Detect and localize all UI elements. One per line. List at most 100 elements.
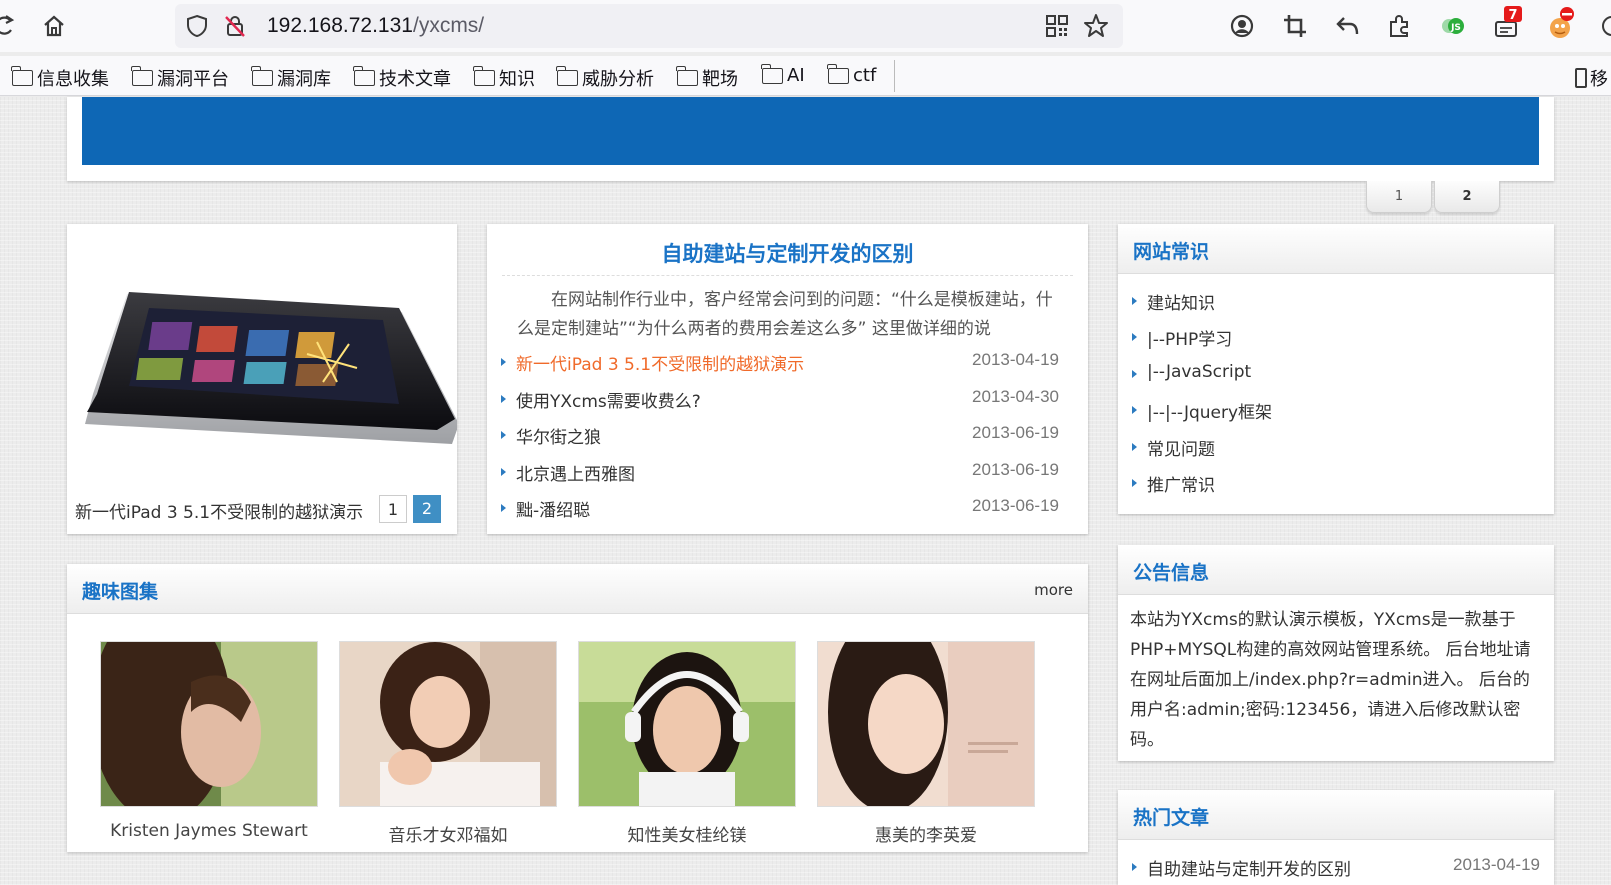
bullet-triangle-icon (1132, 443, 1137, 451)
blocker-extension-icon[interactable] (1545, 6, 1575, 40)
extension-count-badge: 7 (1508, 8, 1517, 23)
bookmark-folder-threat-analysis[interactable]: 威胁分析 (556, 65, 654, 91)
url-path: /yxcms/ (412, 14, 485, 37)
category-item[interactable]: |--|--Jquery框架 (1132, 398, 1532, 423)
crop-screenshot-icon[interactable] (1282, 13, 1308, 39)
category-label[interactable]: |--PHP学习 (1147, 325, 1232, 350)
category-item[interactable]: |--PHP学习 (1132, 325, 1532, 350)
hot-articles-heading[interactable]: 热门文章 (1133, 803, 1209, 830)
address-bar[interactable]: 192.168.72.131/yxcms/ (175, 4, 1123, 48)
extensions-puzzle-icon[interactable] (1387, 13, 1413, 39)
folder-icon (473, 66, 495, 86)
news-item[interactable]: 北京遇上西雅图 2013-06-19 (501, 460, 1059, 485)
mobile-bookmarks[interactable]: 移 (1575, 65, 1608, 91)
qr-code-icon[interactable] (1045, 14, 1069, 38)
banner-slider (67, 97, 1554, 181)
tracking-shield-icon[interactable] (185, 14, 209, 38)
bullet-triangle-icon (501, 358, 506, 366)
gallery-thumb[interactable] (100, 641, 318, 807)
news-panel: 自助建站与定制开发的区别 在网站制作行业中，客户经常会问到的问题：“什么是模板建… (487, 224, 1088, 534)
bookmarks-separator (894, 60, 895, 92)
bookmark-folder-ai[interactable]: AI (761, 63, 805, 86)
gallery-heading[interactable]: 趣味图集 (82, 577, 158, 604)
slideshow-page-2[interactable]: 2 (413, 495, 441, 523)
slider-tab-1[interactable]: 1 (1366, 181, 1432, 213)
category-item[interactable]: 常见问题 (1132, 435, 1532, 460)
notice-heading[interactable]: 公告信息 (1133, 558, 1209, 585)
news-item-title[interactable]: 黜-潘绍聪 (516, 496, 590, 521)
bookmark-folder-ctf[interactable]: ctf (827, 63, 876, 86)
account-icon[interactable] (1229, 13, 1255, 39)
news-item[interactable]: 新一代iPad 3 5.1不受限制的越狱演示 2013-04-19 (501, 350, 1059, 375)
js-extension-icon[interactable]: JS (1440, 15, 1466, 37)
bookmark-folder-vuln-library[interactable]: 漏洞库 (251, 65, 331, 91)
folder-icon (131, 66, 153, 86)
news-item-title[interactable]: 北京遇上西雅图 (516, 460, 635, 485)
folder-icon (761, 63, 783, 84)
category-label[interactable]: 常见问题 (1147, 435, 1215, 460)
gallery-caption[interactable]: 知性美女桂纶镁 (578, 821, 796, 846)
category-label[interactable]: |--|--Jquery框架 (1147, 398, 1272, 423)
ipad-photo[interactable] (67, 274, 457, 454)
bullet-triangle-icon (501, 468, 506, 476)
hot-article-item[interactable]: 自助建站与定制开发的区别 2013-04-19 (1132, 855, 1540, 880)
bullet-triangle-icon (501, 504, 506, 512)
banner-image (82, 97, 1539, 165)
bullet-triangle-icon (501, 395, 506, 403)
gallery-thumb[interactable] (578, 641, 796, 807)
knowledge-panel: 网站常识 建站知识 |--PHP学习 |--JavaScript |--|--J… (1118, 224, 1554, 514)
hot-article-title[interactable]: 自助建站与定制开发的区别 (1147, 855, 1351, 880)
category-label[interactable]: 推广常识 (1147, 471, 1215, 496)
news-item-date: 2013-06-19 (972, 460, 1059, 479)
reload-icon[interactable] (0, 13, 16, 39)
slideshow-page-1[interactable]: 1 (379, 495, 407, 523)
notice-panel: 公告信息 本站为YXcms的默认演示模板，YXcms是一款基于PHP+MYSQL… (1118, 545, 1554, 761)
category-label[interactable]: |--JavaScript (1147, 362, 1251, 382)
bullet-triangle-icon (1132, 406, 1137, 414)
category-item[interactable]: 建站知识 (1132, 289, 1532, 314)
slider-tab-2[interactable]: 2 (1434, 181, 1500, 213)
news-item[interactable]: 黜-潘绍聪 2013-06-19 (501, 496, 1059, 521)
overflow-edge-icon[interactable] (1600, 14, 1611, 38)
bookmark-folder-tech-articles[interactable]: 技术文章 (353, 65, 451, 91)
browser-toolbar: 192.168.72.131/yxcms/ JS 7 (0, 0, 1611, 52)
news-item[interactable]: 华尔街之狼 2013-06-19 (501, 423, 1059, 448)
news-item-title[interactable]: 新一代iPad 3 5.1不受限制的越狱演示 (516, 350, 804, 375)
bookmark-folder-knowledge[interactable]: 知识 (473, 65, 535, 91)
news-item-title[interactable]: 使用YXcms需要收费么? (516, 387, 701, 412)
hot-articles-header: 热门文章 (1118, 790, 1554, 840)
bookmark-folder-info-gathering[interactable]: 信息收集 (11, 65, 109, 91)
url-text[interactable]: 192.168.72.131/yxcms/ (267, 14, 484, 38)
category-item[interactable]: 推广常识 (1132, 471, 1532, 496)
bullet-triangle-icon (1132, 479, 1137, 487)
notice-text: 本站为YXcms的默认演示模板，YXcms是一款基于PHP+MYSQL构建的高效… (1130, 610, 1531, 750)
category-item[interactable]: |--JavaScript (1132, 362, 1532, 386)
insecure-lock-icon[interactable] (223, 14, 247, 38)
bullet-triangle-icon (1132, 370, 1137, 378)
notice-header: 公告信息 (1118, 545, 1554, 595)
focus-slideshow: 新一代iPad 3 5.1不受限制的越狱演示 1 2 (67, 224, 457, 534)
gallery-panel: 趣味图集 more Kristen Jaymes Stewart 音乐才女邓福如… (67, 564, 1088, 852)
bookmarks-bar: 信息收集 漏洞平台 漏洞库 技术文章 知识 威胁分析 靶场 AI ctf 移 (0, 56, 1611, 96)
headline-title[interactable]: 自助建站与定制开发的区别 (487, 238, 1088, 268)
news-item[interactable]: 使用YXcms需要收费么? 2013-04-30 (501, 387, 1059, 412)
slideshow-caption[interactable]: 新一代iPad 3 5.1不受限制的越狱演示 (75, 498, 363, 523)
gallery-thumb[interactable] (817, 641, 1035, 807)
home-icon[interactable] (41, 13, 67, 39)
bullet-triangle-icon (501, 431, 506, 439)
gallery-thumb[interactable] (339, 641, 557, 807)
category-label[interactable]: 建站知识 (1147, 289, 1215, 314)
gallery-caption[interactable]: 音乐才女邓福如 (339, 821, 557, 846)
bookmark-star-icon[interactable] (1083, 13, 1109, 39)
gallery-caption[interactable]: Kristen Jaymes Stewart (100, 821, 318, 841)
news-item-title[interactable]: 华尔街之狼 (516, 423, 601, 448)
knowledge-heading[interactable]: 网站常识 (1133, 237, 1209, 264)
bookmark-folder-vuln-platform[interactable]: 漏洞平台 (131, 65, 229, 91)
notification-extension-icon[interactable]: 7 (1492, 6, 1522, 40)
undo-arrow-icon[interactable] (1335, 13, 1361, 39)
gallery-more-link[interactable]: more (1034, 581, 1073, 599)
bookmark-label: 技术文章 (379, 69, 451, 90)
bookmark-folder-range[interactable]: 靶场 (676, 65, 738, 91)
headline-divider (502, 275, 1073, 276)
gallery-caption[interactable]: 惠美的李英爱 (817, 821, 1035, 846)
